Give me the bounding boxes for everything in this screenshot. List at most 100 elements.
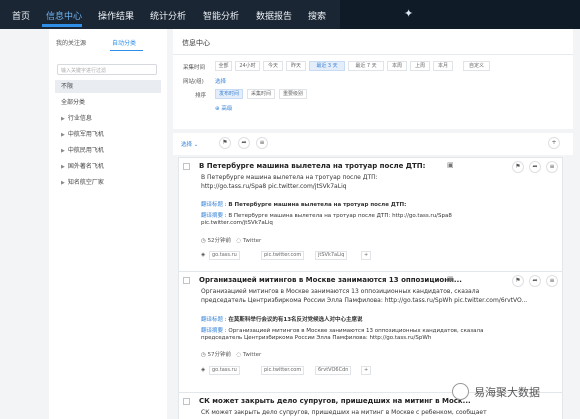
sort-option-importance[interactable]: 重要级别 — [279, 89, 307, 99]
article-snippet: Организацией митингов в Москве занимаютс… — [201, 288, 480, 295]
sidebar-item-all[interactable]: 全部分类 — [55, 96, 161, 109]
tag-icon: ◈ — [201, 367, 206, 373]
chevron-right-icon[interactable]: ▶ — [61, 180, 65, 186]
sidebar-item-label: 行业信息 — [67, 115, 92, 122]
sidebar-item-label: 中航军用飞机 — [67, 131, 104, 138]
sidebar-item-military-aircraft[interactable]: ▶ 中航军用飞机 — [55, 128, 161, 141]
main-content: 信息中心 采集时间 全部 24小时 今天 昨天 最近 3 天 最近 7 天 本周… — [173, 29, 573, 419]
filter-input[interactable]: 输入关键字进行过滤 — [57, 64, 157, 75]
time-option-24h[interactable]: 24小时 — [235, 61, 260, 71]
chevron-right-icon[interactable]: ▶ — [61, 164, 65, 170]
list-toolbar: 选择 ⌄ ⚑ ➦ ≡ + — [173, 133, 573, 155]
translated-title: 翻译标题 : 在莫斯科举行会议的有13名反对党候选人对中心主席说 — [201, 317, 363, 323]
sidebar-item-industry[interactable]: ▶ 行业信息 — [55, 112, 161, 125]
flag-icon: ⚑ — [515, 277, 521, 284]
time-option-yesterday[interactable]: 昨天 — [286, 61, 306, 71]
nav-item-home[interactable]: 首页 — [12, 9, 30, 22]
article-checkbox[interactable] — [183, 163, 190, 170]
article-tag[interactable]: pic.twitter.com — [261, 251, 305, 260]
sidebar-item-label: 知名航空厂家 — [67, 179, 104, 186]
time-option-today[interactable]: 今天 — [263, 61, 283, 71]
list-button[interactable]: ≡ — [546, 275, 558, 287]
time-option-this-week[interactable]: 本周 — [387, 61, 407, 71]
watermark-logo — [452, 383, 469, 400]
share-button[interactable]: ➦ — [529, 161, 541, 173]
translated-title: 翻译标题 : В Петербурге машина вылетела на т… — [201, 202, 407, 208]
time-option-custom[interactable]: 自定义 — [463, 61, 490, 71]
sidebar-item-civil-aircraft[interactable]: ▶ 中航民用飞机 — [55, 144, 161, 157]
translated-summary: 翻译摘要 : В Петербурге машина вылетела на т… — [201, 213, 452, 219]
translated-title-text: В Петербурге машина вылетела на тротуар … — [228, 202, 407, 208]
nav-item-data-report[interactable]: 数据报告 — [256, 9, 292, 22]
sidebar-item-label: 不限 — [61, 83, 74, 90]
flag-icon: ⚑ — [515, 163, 521, 170]
translated-title-label: 翻译标题 — [201, 317, 224, 323]
tab-my-sources[interactable]: 我的关注源 — [56, 38, 86, 47]
select-label: 选择 — [181, 142, 193, 148]
time-option-7days[interactable]: 最近 7 天 — [348, 61, 384, 71]
article-tag[interactable]: jtSVk7aLiq — [315, 251, 348, 260]
article-tag[interactable]: 6rvtVO6Cdn — [315, 366, 352, 375]
article-snippet: В Петербурге машина вылетела на тротуар … — [201, 174, 378, 181]
select-dropdown[interactable]: 选择 ⌄ — [181, 140, 198, 148]
sidebar-item-manufacturers[interactable]: ▶ 知名航空厂家 — [55, 176, 161, 189]
article-title[interactable]: СК может закрыть дело супругов, пришедши… — [199, 397, 471, 405]
article-meta: ◷ 57分钟前 ◌ Twitter — [201, 350, 261, 358]
site-label: 网站(组) — [183, 79, 204, 85]
add-tag-button[interactable]: + — [361, 366, 372, 375]
list-button[interactable]: ≡ — [546, 161, 558, 173]
list-icon: ≡ — [549, 277, 555, 284]
flag-button[interactable]: ⚑ — [512, 275, 524, 287]
nav-item-results[interactable]: 操作结果 — [98, 9, 134, 22]
nav-item-statistics[interactable]: 统计分析 — [150, 9, 186, 22]
flag-button[interactable]: ⚑ — [219, 137, 231, 149]
sidebar-item-label: 中航民用飞机 — [67, 147, 104, 154]
article-tag[interactable]: go.tass.ru — [209, 251, 240, 260]
share-icon: ➦ — [532, 163, 538, 170]
flag-button[interactable]: ⚑ — [512, 161, 524, 173]
plus-icon: + — [551, 139, 557, 146]
translated-summary-cont: pic.twitter.com/jtSVk7aLiq — [201, 220, 273, 226]
share-button[interactable]: ➦ — [238, 137, 250, 149]
active-nav-indicator — [42, 24, 82, 27]
time-option-3days[interactable]: 最近 3 天 — [309, 61, 345, 71]
list-button[interactable]: ≡ — [256, 137, 268, 149]
tab-auto-classify[interactable]: 自动分类 — [112, 38, 136, 47]
sidebar-item-label: 全部分类 — [61, 99, 86, 106]
article-snippet: председатель Центризбиркома России Элла … — [201, 297, 528, 304]
nav-item-smart-analysis[interactable]: 智能分析 — [203, 9, 239, 22]
share-icon: ➦ — [532, 277, 538, 284]
article-checkbox[interactable] — [183, 277, 190, 284]
time-option-last-week[interactable]: 上周 — [410, 61, 430, 71]
article-meta: ◷ 52分钟前 ◌ Twitter — [201, 236, 261, 244]
share-icon: ➦ — [241, 139, 247, 146]
sidebar-tabs: 我的关注源 自动分类 — [56, 38, 160, 52]
article-tag[interactable]: go.tass.ru — [209, 366, 240, 375]
time-option-all[interactable]: 全部 — [215, 61, 232, 71]
article-title[interactable]: Организацией митингов в Москве занимаютс… — [199, 276, 462, 284]
add-button[interactable]: + — [548, 137, 560, 149]
article-title[interactable]: В Петербурге машина вылетела на тротуар … — [199, 162, 425, 170]
chevron-right-icon[interactable]: ▶ — [61, 132, 65, 138]
sort-option-collect-time[interactable]: 采集时间 — [247, 89, 275, 99]
sidebar-item-unlimited[interactable]: 不限 — [55, 80, 161, 93]
article-checkbox[interactable] — [183, 398, 190, 405]
time-label: 采集时间 — [183, 65, 206, 71]
nav-item-search[interactable]: 搜索 — [308, 9, 326, 22]
plus-icon: + — [364, 252, 369, 258]
article-tag[interactable]: pic.twitter.com — [261, 366, 305, 375]
advanced-link[interactable]: ⊕ 高级 — [215, 104, 232, 112]
article-source: Twitter — [242, 352, 262, 358]
chevron-right-icon[interactable]: ▶ — [61, 116, 65, 122]
share-button[interactable]: ➦ — [529, 275, 541, 287]
watermark-text: 易海聚大数据 — [474, 386, 540, 399]
add-tag-button[interactable]: + — [361, 251, 372, 260]
time-option-this-month[interactable]: 本月 — [433, 61, 453, 71]
sidebar-item-foreign-aircraft[interactable]: ▶ 国外著名飞机 — [55, 160, 161, 173]
sort-label: 排序 — [195, 93, 207, 99]
site-select-link[interactable]: 选择 — [215, 77, 226, 85]
sort-option-publish-time[interactable]: 发布时间 — [215, 89, 243, 99]
sidebar: 我的关注源 自动分类 输入关键字进行过滤 不限 全部分类 ▶ 行业信息 ▶ 中航军用… — [49, 29, 167, 419]
chevron-right-icon[interactable]: ▶ — [61, 148, 65, 154]
nav-item-info-center[interactable]: 信息中心 — [46, 9, 82, 22]
